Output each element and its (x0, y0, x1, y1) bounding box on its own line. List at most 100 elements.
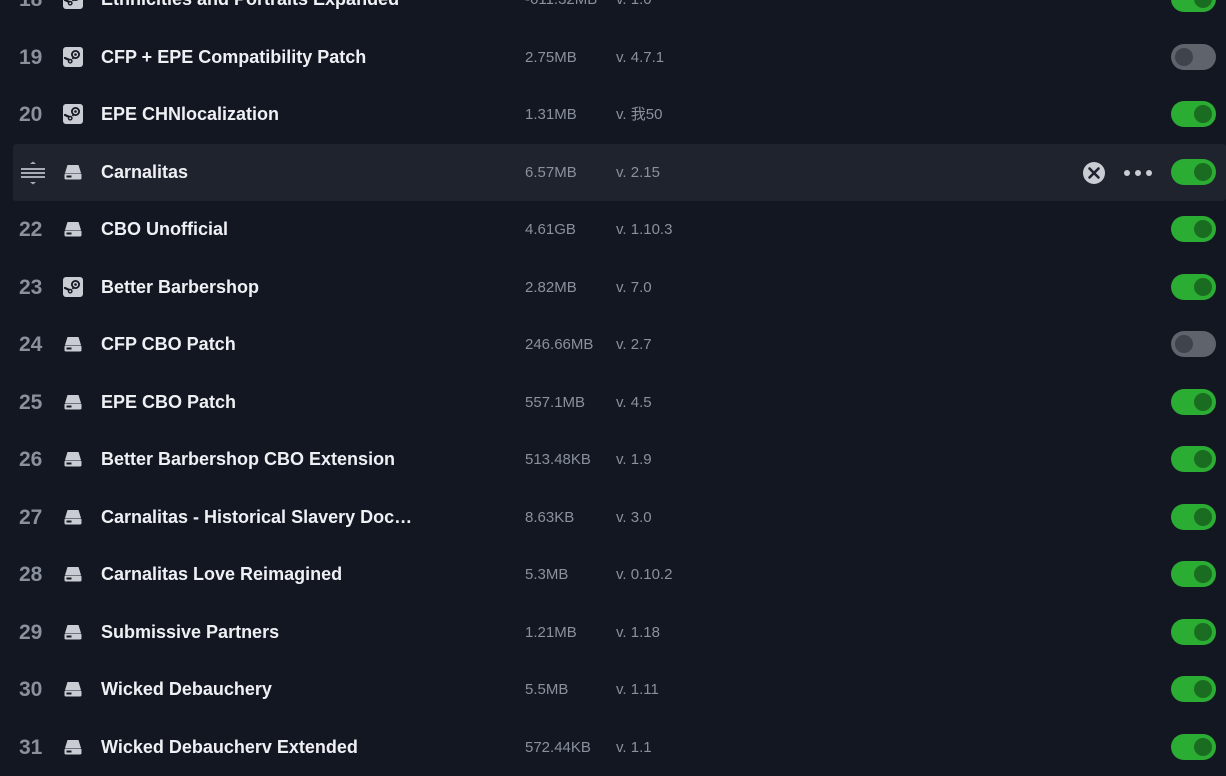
mod-row[interactable]: 27 Carnalitas - Historical Slavery Doc… 8… (0, 489, 1226, 547)
mod-row[interactable]: 23 Better Barbershop 2.82MB v. 7.0 (0, 259, 1226, 317)
mod-version: v. 7.0 (616, 259, 652, 317)
mod-row[interactable]: 28 Carnalitas Love Reimagined5.3MBv. 0.1… (0, 546, 1226, 604)
mod-name: Better Barbershop CBO Extension (101, 431, 395, 489)
mod-name: EPE CBO Patch (101, 374, 236, 432)
enable-toggle[interactable] (1171, 44, 1216, 70)
mod-name: Ethnicities and Portraits Expanded (101, 0, 399, 29)
load-order-number: 23 (19, 259, 49, 317)
mod-name: Wicked Debauchery (101, 661, 272, 719)
enable-toggle[interactable] (1171, 216, 1216, 242)
mod-version: v. 1.10.3 (616, 201, 672, 259)
mod-row[interactable]: 22 CBO Unofficial4.61GBv. 1.10.3 (0, 201, 1226, 259)
load-order-number: 27 (19, 489, 49, 547)
mod-version: v. 1.11 (616, 661, 659, 719)
enable-toggle[interactable] (1171, 734, 1216, 760)
mod-version: v. 1.1 (616, 719, 652, 776)
enable-toggle[interactable] (1171, 561, 1216, 587)
mod-size: 572.44KB (525, 719, 591, 776)
mod-size: 5.5MB (525, 661, 568, 719)
mod-name: CFP CBO Patch (101, 316, 236, 374)
enable-toggle[interactable] (1171, 274, 1216, 300)
mod-name: Carnalitas (101, 144, 188, 202)
steam-icon (63, 47, 83, 67)
enable-toggle[interactable] (1171, 504, 1216, 530)
load-order-number: 24 (19, 316, 49, 374)
load-order-number: 18 (19, 0, 49, 29)
mod-row[interactable]: 30 Wicked Debauchery 5.5MB v. 1.11 (0, 661, 1226, 719)
enable-toggle[interactable] (1171, 0, 1216, 12)
mod-row[interactable]: 20 EPE CHNlocalization1.31MBv. 我50 (0, 86, 1226, 144)
local-drive-icon (63, 449, 83, 469)
enable-toggle[interactable] (1171, 389, 1216, 415)
mod-size: 1.31MB (525, 86, 577, 144)
load-order-number: 28 (19, 546, 49, 604)
enable-toggle[interactable] (1171, 619, 1216, 645)
mod-row[interactable]: 31 Wicked Debaucherv Extended572.44KBv. … (0, 719, 1226, 776)
mod-version: v. 2.7 (616, 316, 652, 374)
local-drive-icon (63, 162, 83, 182)
mod-size: 4.61GB (525, 201, 576, 259)
toggle-knob (1194, 738, 1212, 756)
load-order-number: 25 (19, 374, 49, 432)
toggle-knob (1194, 105, 1212, 123)
mod-name: EPE CHNlocalization (101, 86, 279, 144)
toggle-knob (1194, 220, 1212, 238)
mod-size: 6.57MB (525, 144, 577, 202)
mod-list: 18 Ethnicities and Portraits Expanded -61… (0, 0, 1226, 776)
mod-name: CFP + EPE Compatibility Patch (101, 29, 366, 87)
mod-row[interactable]: 24 CFP CBO Patch 246.66MB v. 2.7 (0, 316, 1226, 374)
toggle-knob (1194, 565, 1212, 583)
enable-toggle[interactable] (1171, 676, 1216, 702)
mod-version: v. 1.18 (616, 604, 660, 662)
toggle-knob (1194, 0, 1212, 8)
enable-toggle[interactable] (1171, 331, 1216, 357)
mod-size: 5.3MB (525, 546, 568, 604)
mod-size: 513.48KB (525, 431, 591, 489)
toggle-knob (1194, 278, 1212, 296)
mod-size: 246.66MB (525, 316, 593, 374)
local-drive-icon (63, 564, 83, 584)
toggle-knob (1194, 393, 1212, 411)
steam-icon (63, 104, 83, 124)
toggle-knob (1194, 163, 1212, 181)
local-drive-icon (63, 622, 83, 642)
mod-version: v. 我50 (616, 86, 662, 144)
load-order-number: 30 (19, 661, 49, 719)
load-order-number: 29 (19, 604, 49, 662)
mod-version: v. 4.5 (616, 374, 652, 432)
mod-row[interactable]: 25 EPE CBO Patch 557.1MB v. 4.5 (0, 374, 1226, 432)
mod-name: Carnalitas - Historical Slavery Doc… (101, 489, 412, 547)
local-drive-icon (63, 507, 83, 527)
enable-toggle[interactable] (1171, 446, 1216, 472)
local-drive-icon (63, 679, 83, 699)
mod-name: Carnalitas Love Reimagined (101, 546, 342, 604)
drag-handle-icon[interactable] (20, 161, 46, 185)
toggle-knob (1175, 335, 1193, 353)
mod-row[interactable]: 19 CFP + EPE Compatibility Patch 2.75MB v.… (0, 29, 1226, 87)
mod-row[interactable]: Carnalitas 6.57MB v. 2.15 (13, 144, 1226, 202)
mod-version: v. 2.15 (616, 144, 660, 202)
mod-size: 557.1MB (525, 374, 585, 432)
remove-mod-button[interactable] (1082, 161, 1106, 185)
enable-toggle[interactable] (1171, 101, 1216, 127)
mod-version: v. 1.9 (616, 431, 652, 489)
mod-size: 2.75MB (525, 29, 577, 87)
mod-size: -611.32MB (525, 0, 597, 29)
toggle-knob (1194, 450, 1212, 468)
more-options-icon[interactable] (1122, 161, 1154, 185)
mod-size: 2.82MB (525, 259, 577, 317)
mod-version: v. 1.0 (616, 0, 652, 29)
mod-size: 8.63KB (525, 489, 574, 547)
mod-version: v. 4.7.1 (616, 29, 664, 87)
mod-name: Submissive Partners (101, 604, 279, 662)
local-drive-icon (63, 219, 83, 239)
mod-size: 1.21MB (525, 604, 577, 662)
load-order-number: 19 (19, 29, 49, 87)
mod-row[interactable]: 18 Ethnicities and Portraits Expanded -61… (0, 0, 1226, 29)
enable-toggle[interactable] (1171, 159, 1216, 185)
mod-row[interactable]: 26 Better Barbershop CBO Extension513.48… (0, 431, 1226, 489)
toggle-knob (1194, 680, 1212, 698)
mod-name: Better Barbershop (101, 259, 259, 317)
mod-row[interactable]: 29 Submissive Partners 1.21MB v. 1.18 (0, 604, 1226, 662)
mod-version: v. 3.0 (616, 489, 652, 547)
